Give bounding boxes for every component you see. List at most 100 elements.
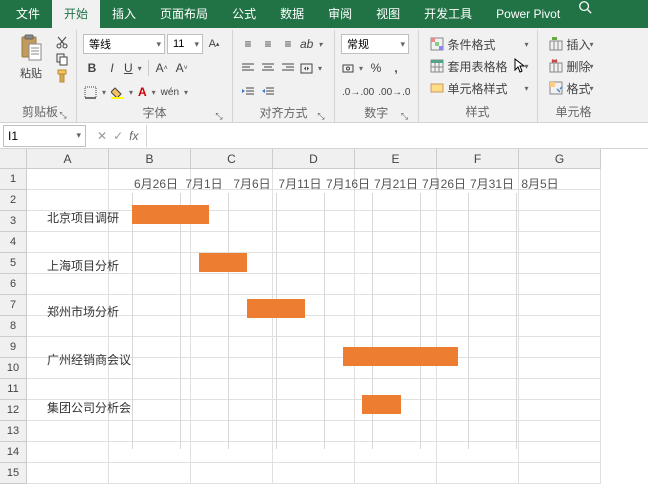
conditional-format-button[interactable]: 条件格式 [425, 34, 531, 54]
cell[interactable] [437, 337, 519, 358]
cell[interactable] [437, 442, 519, 463]
cell[interactable] [273, 421, 355, 442]
cell[interactable] [355, 379, 437, 400]
column-header[interactable]: D [273, 149, 355, 169]
cell[interactable] [27, 463, 109, 484]
indent-increase-button[interactable] [259, 82, 277, 102]
merge-button[interactable] [299, 58, 324, 78]
cell[interactable] [191, 232, 273, 253]
row-header[interactable]: 4 [0, 232, 27, 253]
cell[interactable] [273, 463, 355, 484]
cell[interactable] [437, 400, 519, 421]
increase-font-alt[interactable]: A˄ [153, 58, 171, 78]
column-header[interactable]: B [109, 149, 191, 169]
cell[interactable] [519, 190, 601, 211]
border-button[interactable] [83, 82, 108, 102]
cell[interactable] [355, 337, 437, 358]
tab-view[interactable]: 视图 [364, 0, 412, 28]
cell[interactable] [437, 421, 519, 442]
row-header[interactable]: 5 [0, 253, 27, 274]
cell[interactable] [355, 463, 437, 484]
cell[interactable] [27, 421, 109, 442]
column-header[interactable]: C [191, 149, 273, 169]
row-header[interactable]: 8 [0, 316, 27, 337]
cell[interactable] [519, 253, 601, 274]
insert-cells-button[interactable]: 插入 [544, 34, 596, 54]
cell[interactable] [27, 442, 109, 463]
cell[interactable] [273, 295, 355, 316]
cell[interactable] [355, 274, 437, 295]
cell[interactable] [519, 463, 601, 484]
cell[interactable] [437, 253, 519, 274]
cut-button[interactable] [54, 34, 70, 50]
cell[interactable] [191, 190, 273, 211]
cell[interactable] [519, 211, 601, 232]
cell[interactable] [191, 400, 273, 421]
delete-cells-button[interactable]: 删除 [544, 56, 596, 76]
cell[interactable] [437, 211, 519, 232]
cell[interactable] [355, 316, 437, 337]
cell[interactable] [109, 232, 191, 253]
decrease-font-button[interactable]: A˅ [173, 58, 191, 78]
cell[interactable] [27, 169, 109, 190]
cell[interactable] [355, 232, 437, 253]
percent-button[interactable]: % [367, 58, 385, 78]
cell-styles-button[interactable]: 单元格样式 [425, 78, 531, 98]
paste-button[interactable]: 粘贴 [10, 34, 52, 81]
fill-color-button[interactable] [110, 82, 135, 102]
search-icon[interactable] [572, 0, 598, 28]
tab-dev[interactable]: 开发工具 [412, 0, 484, 28]
currency-button[interactable] [341, 58, 365, 78]
cell[interactable] [191, 358, 273, 379]
cell[interactable] [437, 274, 519, 295]
increase-decimal-button[interactable]: .0→.00 [341, 82, 375, 102]
cell[interactable] [355, 442, 437, 463]
cell[interactable] [27, 232, 109, 253]
cell[interactable] [191, 463, 273, 484]
cell[interactable] [519, 274, 601, 295]
cell[interactable] [355, 295, 437, 316]
phonetic-button[interactable]: wén [160, 82, 190, 102]
row-header[interactable]: 6 [0, 274, 27, 295]
align-middle-button[interactable]: ≡ [259, 34, 277, 54]
cell[interactable] [273, 211, 355, 232]
cell[interactable] [273, 190, 355, 211]
font-launcher[interactable]: ⤡ [213, 110, 225, 122]
cell[interactable] [355, 211, 437, 232]
row-header[interactable]: 1 [0, 169, 27, 190]
cell[interactable] [437, 316, 519, 337]
cell[interactable] [27, 400, 109, 421]
cell[interactable] [191, 337, 273, 358]
cell[interactable] [437, 232, 519, 253]
cell[interactable] [191, 316, 273, 337]
format-as-table-button[interactable]: 套用表格格 [425, 56, 531, 76]
column-header[interactable]: F [437, 149, 519, 169]
tab-data[interactable]: 数据 [268, 0, 316, 28]
row-header[interactable]: 7 [0, 295, 27, 316]
cell[interactable] [191, 295, 273, 316]
name-box[interactable]: I1 [3, 125, 86, 147]
tab-file[interactable]: 文件 [4, 0, 52, 28]
tab-home[interactable]: 开始 [52, 0, 100, 28]
formula-ok-button[interactable]: ✓ [113, 129, 123, 143]
cell[interactable] [27, 274, 109, 295]
cell[interactable] [273, 379, 355, 400]
cell[interactable] [519, 379, 601, 400]
cell[interactable] [437, 190, 519, 211]
row-header[interactable]: 3 [0, 211, 27, 232]
cell[interactable] [355, 400, 437, 421]
cell[interactable] [355, 253, 437, 274]
cell[interactable] [191, 211, 273, 232]
cell[interactable] [109, 274, 191, 295]
tab-layout[interactable]: 页面布局 [148, 0, 220, 28]
row-header[interactable]: 12 [0, 400, 27, 421]
cell[interactable] [355, 169, 437, 190]
tab-pivot[interactable]: Power Pivot [484, 0, 572, 28]
cell[interactable] [273, 169, 355, 190]
underline-button[interactable]: U [123, 58, 144, 78]
align-top-button[interactable]: ≡ [239, 34, 257, 54]
indent-decrease-button[interactable] [239, 82, 257, 102]
cell[interactable] [109, 421, 191, 442]
cell[interactable] [273, 253, 355, 274]
bold-button[interactable]: B [83, 58, 101, 78]
